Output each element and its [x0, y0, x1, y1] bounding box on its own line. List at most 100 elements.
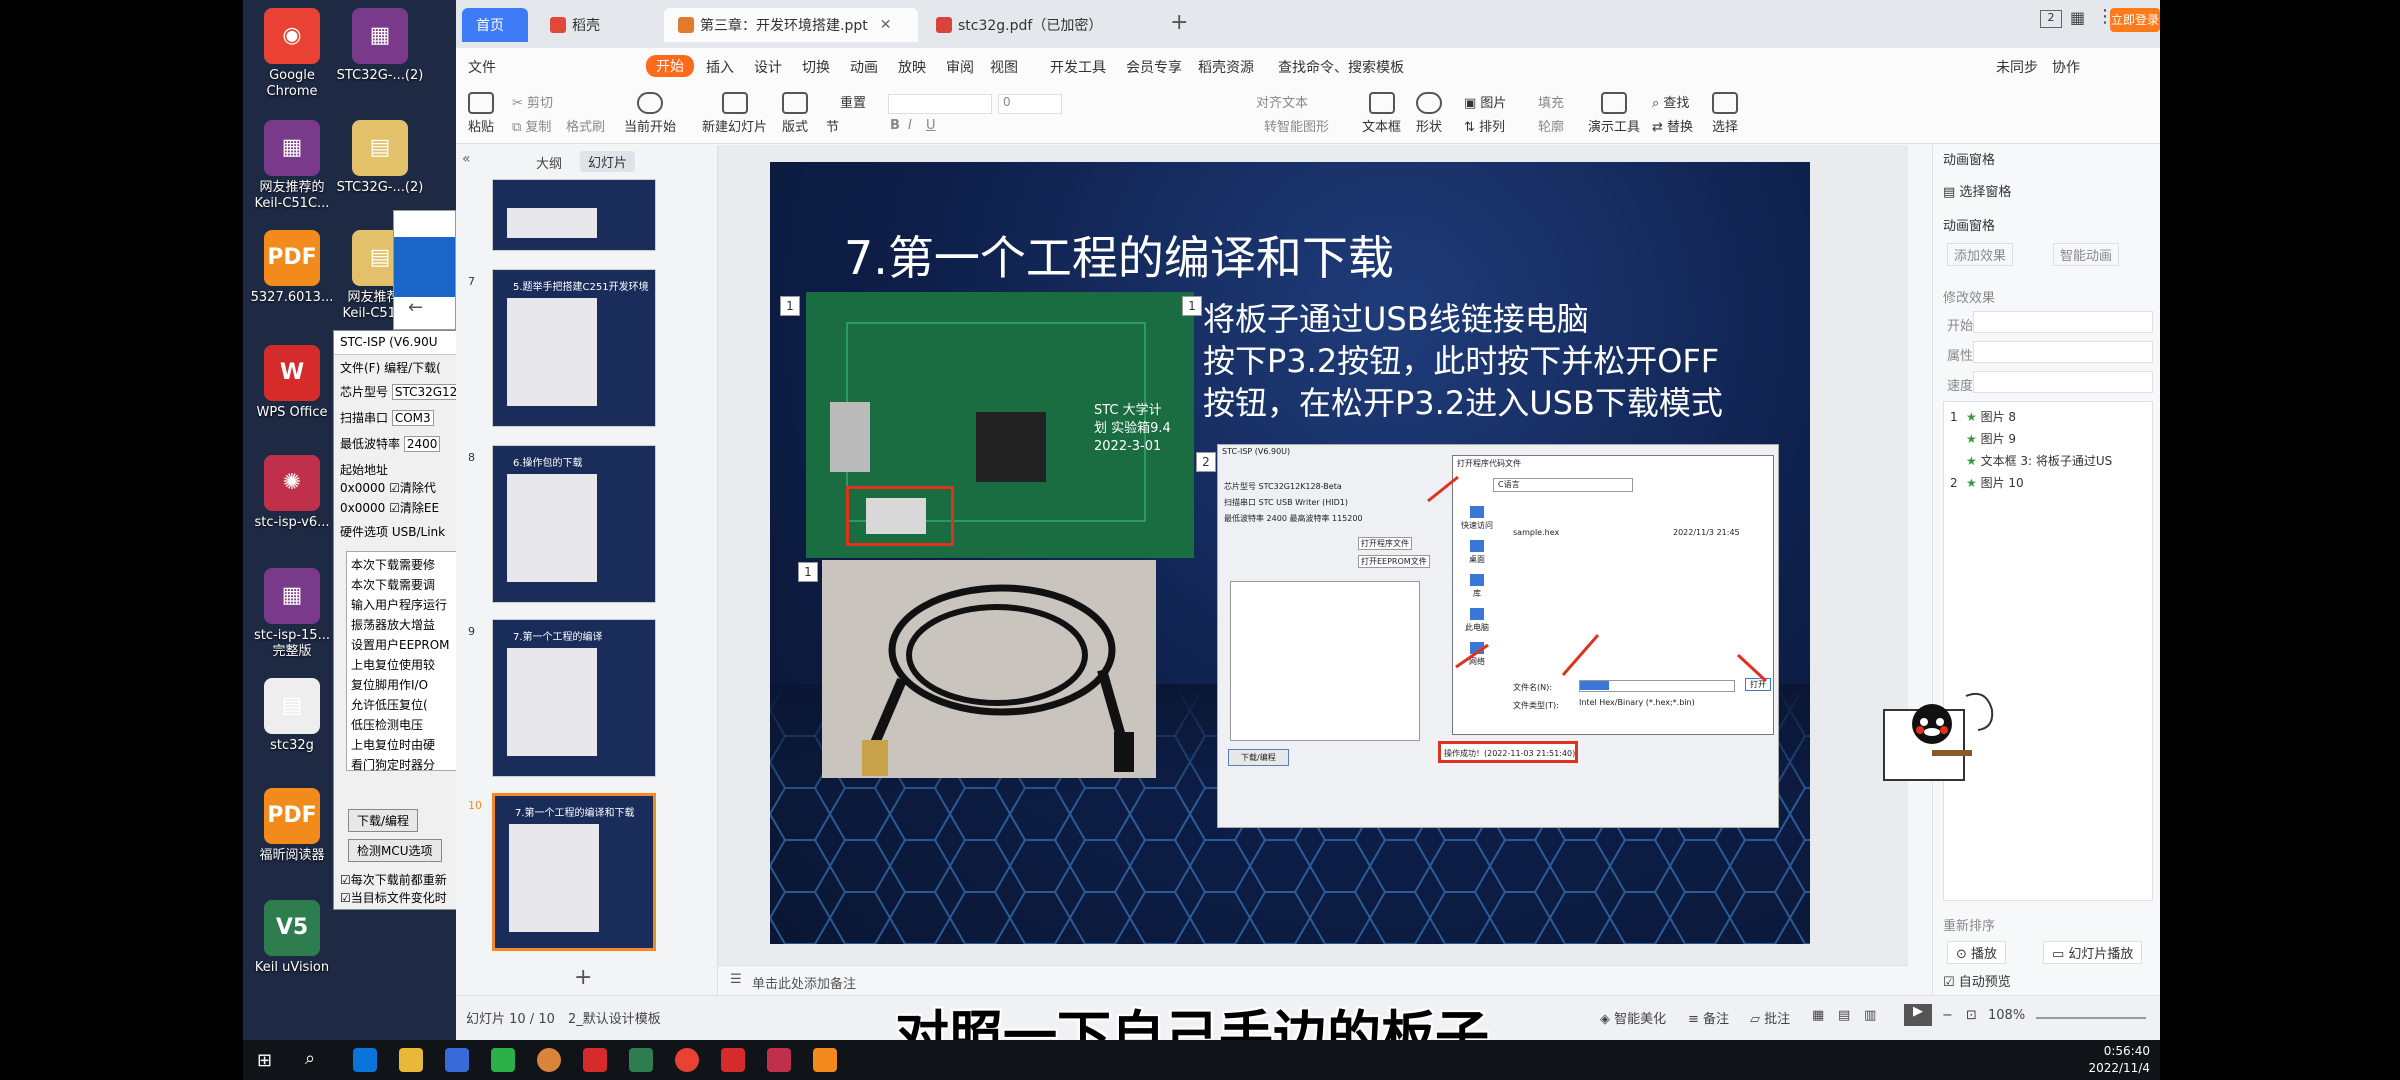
tab-outline[interactable]: 大纲: [536, 153, 562, 172]
slide-text-line-1[interactable]: 将板子通过USB线链接电脑: [1203, 294, 1589, 340]
notes-placeholder[interactable]: 单击此处添加备注: [752, 973, 856, 992]
zoom-fit-icon[interactable]: ⊡: [1966, 1008, 1977, 1023]
clear-eeprom-checkbox[interactable]: 清除EE: [400, 501, 439, 515]
menu-item[interactable]: 视图: [990, 57, 1018, 77]
pcb-board-photo[interactable]: STC 大学计划 实验箱9.4 2022-3-01: [806, 292, 1194, 558]
slideshow-button[interactable]: ▭ 幻灯片播放: [2043, 941, 2143, 964]
windows-start-icon[interactable]: ⊞: [257, 1050, 272, 1071]
new-slide-button[interactable]: 新建幻灯片: [702, 92, 767, 135]
scan-port-button[interactable]: 扫描串口: [340, 411, 388, 425]
tab-close-icon[interactable]: ✕: [880, 17, 892, 33]
tab-home[interactable]: 首页: [462, 8, 528, 42]
add-slide-icon[interactable]: +: [574, 965, 592, 990]
wps-office-taskbar-icon[interactable]: [721, 1048, 745, 1072]
theme-name[interactable]: 2_默认设计模板: [568, 1008, 661, 1027]
desktop-icon[interactable]: V5 Keil uVision: [247, 900, 337, 976]
animation-list[interactable]: 1 ★ 图片 8 ★ 图片 9 ★ 文本框 3: 将板子通过US 2 ★ 图片 10: [1943, 401, 2153, 901]
auto-load-checkbox[interactable]: 当目标文件变化时: [351, 891, 447, 905]
stc-isp-window[interactable]: STC-ISP (V6.90U 文件(F) 编程/下载( 芯片型号 STC32G…: [333, 330, 458, 910]
animation-item[interactable]: 2 ★ 图片 10: [1950, 474, 2024, 491]
slideshow-play-icon[interactable]: ▶: [1904, 1004, 1932, 1026]
anim-badge-1[interactable]: 1: [780, 296, 800, 316]
hw-options-list[interactable]: 本次下载需要修 本次下载需要调 输入用户程序运行 振荡器放大增益 设置用户EEPROM 上…: [346, 551, 457, 773]
speed-select[interactable]: [1973, 371, 2153, 393]
stc-isp-taskbar-icon[interactable]: [767, 1048, 791, 1072]
start-select[interactable]: [1973, 311, 2153, 333]
arrange-button[interactable]: ⇅ 排列: [1464, 116, 1505, 135]
usb-cable-photo[interactable]: [822, 560, 1156, 778]
stc-isp-screenshot[interactable]: STC-ISP (V6.90U) 芯片型号 STC32G12K128-Beta …: [1217, 444, 1779, 828]
desktop-icon[interactable]: ▦ stc-isp-15... 完整版: [247, 568, 337, 660]
sorter-view-icon[interactable]: ▤: [1838, 1008, 1850, 1023]
menu-item[interactable]: 审阅: [946, 57, 974, 77]
reading-view-icon[interactable]: ▥: [1864, 1008, 1876, 1023]
hw-option-item[interactable]: 复位脚用作I/O: [351, 676, 428, 693]
chrome-taskbar-icon[interactable]: [675, 1048, 699, 1072]
menu-item[interactable]: 开发工具: [1050, 57, 1106, 77]
font-size-select[interactable]: 0: [998, 94, 1062, 114]
menu-item[interactable]: 动画: [850, 57, 878, 77]
menu-right-item[interactable]: 协作: [2052, 57, 2080, 77]
menu-item[interactable]: 文件: [468, 57, 496, 77]
slide-thumbnail[interactable]: 7.第一个工程的编译: [492, 619, 656, 777]
slide-text-line-2[interactable]: 按下P3.2按钮，此时按下并松开OFF: [1203, 336, 1719, 382]
fill-button[interactable]: 填充: [1538, 92, 1564, 111]
replace-button[interactable]: ⇄ 替换: [1652, 116, 1693, 135]
baud-select[interactable]: 2400: [403, 436, 441, 452]
add-effect-button[interactable]: 添加效果: [1947, 243, 2014, 266]
hw-option-item[interactable]: 输入用户程序运行: [351, 596, 447, 613]
slide-thumbnail[interactable]: 5.题举手把搭建C251开发环境: [492, 269, 656, 427]
window-count-badge[interactable]: 2: [2040, 10, 2062, 28]
wps-taskbar-icon[interactable]: [583, 1048, 607, 1072]
format-painter-button[interactable]: 格式刷: [566, 116, 605, 135]
hw-options-tab[interactable]: 硬件选项: [340, 525, 388, 539]
menu-item[interactable]: 查找命令、搜索模板: [1278, 57, 1404, 77]
detect-mcu-button[interactable]: 检测MCU选项: [348, 839, 442, 862]
clear-code-checkbox[interactable]: 清除代: [400, 481, 436, 495]
tab-ppt[interactable]: 第三章：开发环境搭建.ppt ✕: [664, 8, 918, 42]
menu-item[interactable]: 切换: [802, 57, 830, 77]
slide-thumbnail[interactable]: [492, 179, 656, 251]
hw-option-item[interactable]: 上电复位时由硬: [351, 736, 435, 753]
smart-beautify-button[interactable]: ◈ 智能美化: [1600, 1008, 1666, 1027]
hw-option-item[interactable]: 看门狗定时器分: [351, 756, 435, 773]
layout-button[interactable]: 版式: [782, 92, 808, 135]
stc-window-menu[interactable]: 文件(F) 编程/下载(: [340, 359, 441, 376]
animation-item[interactable]: ★ 图片 9: [1950, 430, 2016, 447]
reset-button[interactable]: 重置: [840, 92, 866, 111]
tab-docer[interactable]: 稻壳: [536, 8, 660, 42]
search-icon[interactable]: ⌕: [305, 1048, 315, 1069]
slide-title[interactable]: 7.第一个工程的编译和下载: [844, 222, 1394, 288]
tab-slides[interactable]: 幻灯片: [580, 151, 636, 172]
copy-button[interactable]: ⧉ 复制: [512, 116, 551, 135]
file-explorer-icon[interactable]: [399, 1048, 423, 1072]
italic-button[interactable]: I: [908, 118, 912, 133]
collapse-panel-icon[interactable]: «: [462, 151, 471, 167]
desktop-icon[interactable]: ◉ Google Chrome: [247, 8, 337, 100]
cut-button[interactable]: ✂ 剪切: [512, 92, 553, 111]
desktop-icon[interactable]: PDF 福昕阅读器: [247, 788, 337, 864]
usb-link-tab[interactable]: USB/Link: [392, 525, 445, 539]
explorer-window-fragment[interactable]: ←: [393, 210, 456, 330]
foxit-taskbar-icon[interactable]: [813, 1048, 837, 1072]
property-select[interactable]: [1973, 341, 2153, 363]
hw-option-item[interactable]: 振荡器放大增益: [351, 616, 435, 633]
section-button[interactable]: 节: [826, 116, 839, 135]
addr-input-1[interactable]: 0x0000: [340, 481, 385, 495]
port-select[interactable]: COM3: [391, 410, 434, 426]
picture-button[interactable]: ▣ 图片: [1464, 92, 1506, 111]
menu-right-item[interactable]: 未同步: [1996, 57, 2038, 77]
reload-checkbox[interactable]: 每次下载前都重新: [351, 873, 447, 887]
desktop-icon[interactable]: W WPS Office: [247, 345, 337, 421]
autopreview-checkbox[interactable]: ☑ 自动预览: [1943, 971, 2011, 990]
slide-thumbnail[interactable]: 7.第一个工程的编译和下载: [492, 793, 656, 951]
hw-option-item[interactable]: 设置用户EEPROM: [351, 636, 450, 653]
selection-pane-button[interactable]: ▤ 选择窗格: [1943, 181, 2011, 200]
slide-thumbnails-panel[interactable]: « 大纲 幻灯片 5.题举手把搭建C251开发环境 7 6.操作包的下载 8 7.第一个…: [456, 145, 718, 995]
download-program-button[interactable]: 下载/编程: [348, 809, 419, 832]
current-slide[interactable]: 7.第一个工程的编译和下载 将板子通过USB线链接电脑 按下P3.2按钮，此时按…: [770, 162, 1810, 944]
select-button[interactable]: 选择: [1712, 92, 1738, 135]
notes-area[interactable]: ☰ 单击此处添加备注: [718, 965, 1908, 995]
addr-input-2[interactable]: 0x0000: [340, 501, 385, 515]
desktop-icon[interactable]: PDF 5327.6013...: [247, 230, 337, 306]
